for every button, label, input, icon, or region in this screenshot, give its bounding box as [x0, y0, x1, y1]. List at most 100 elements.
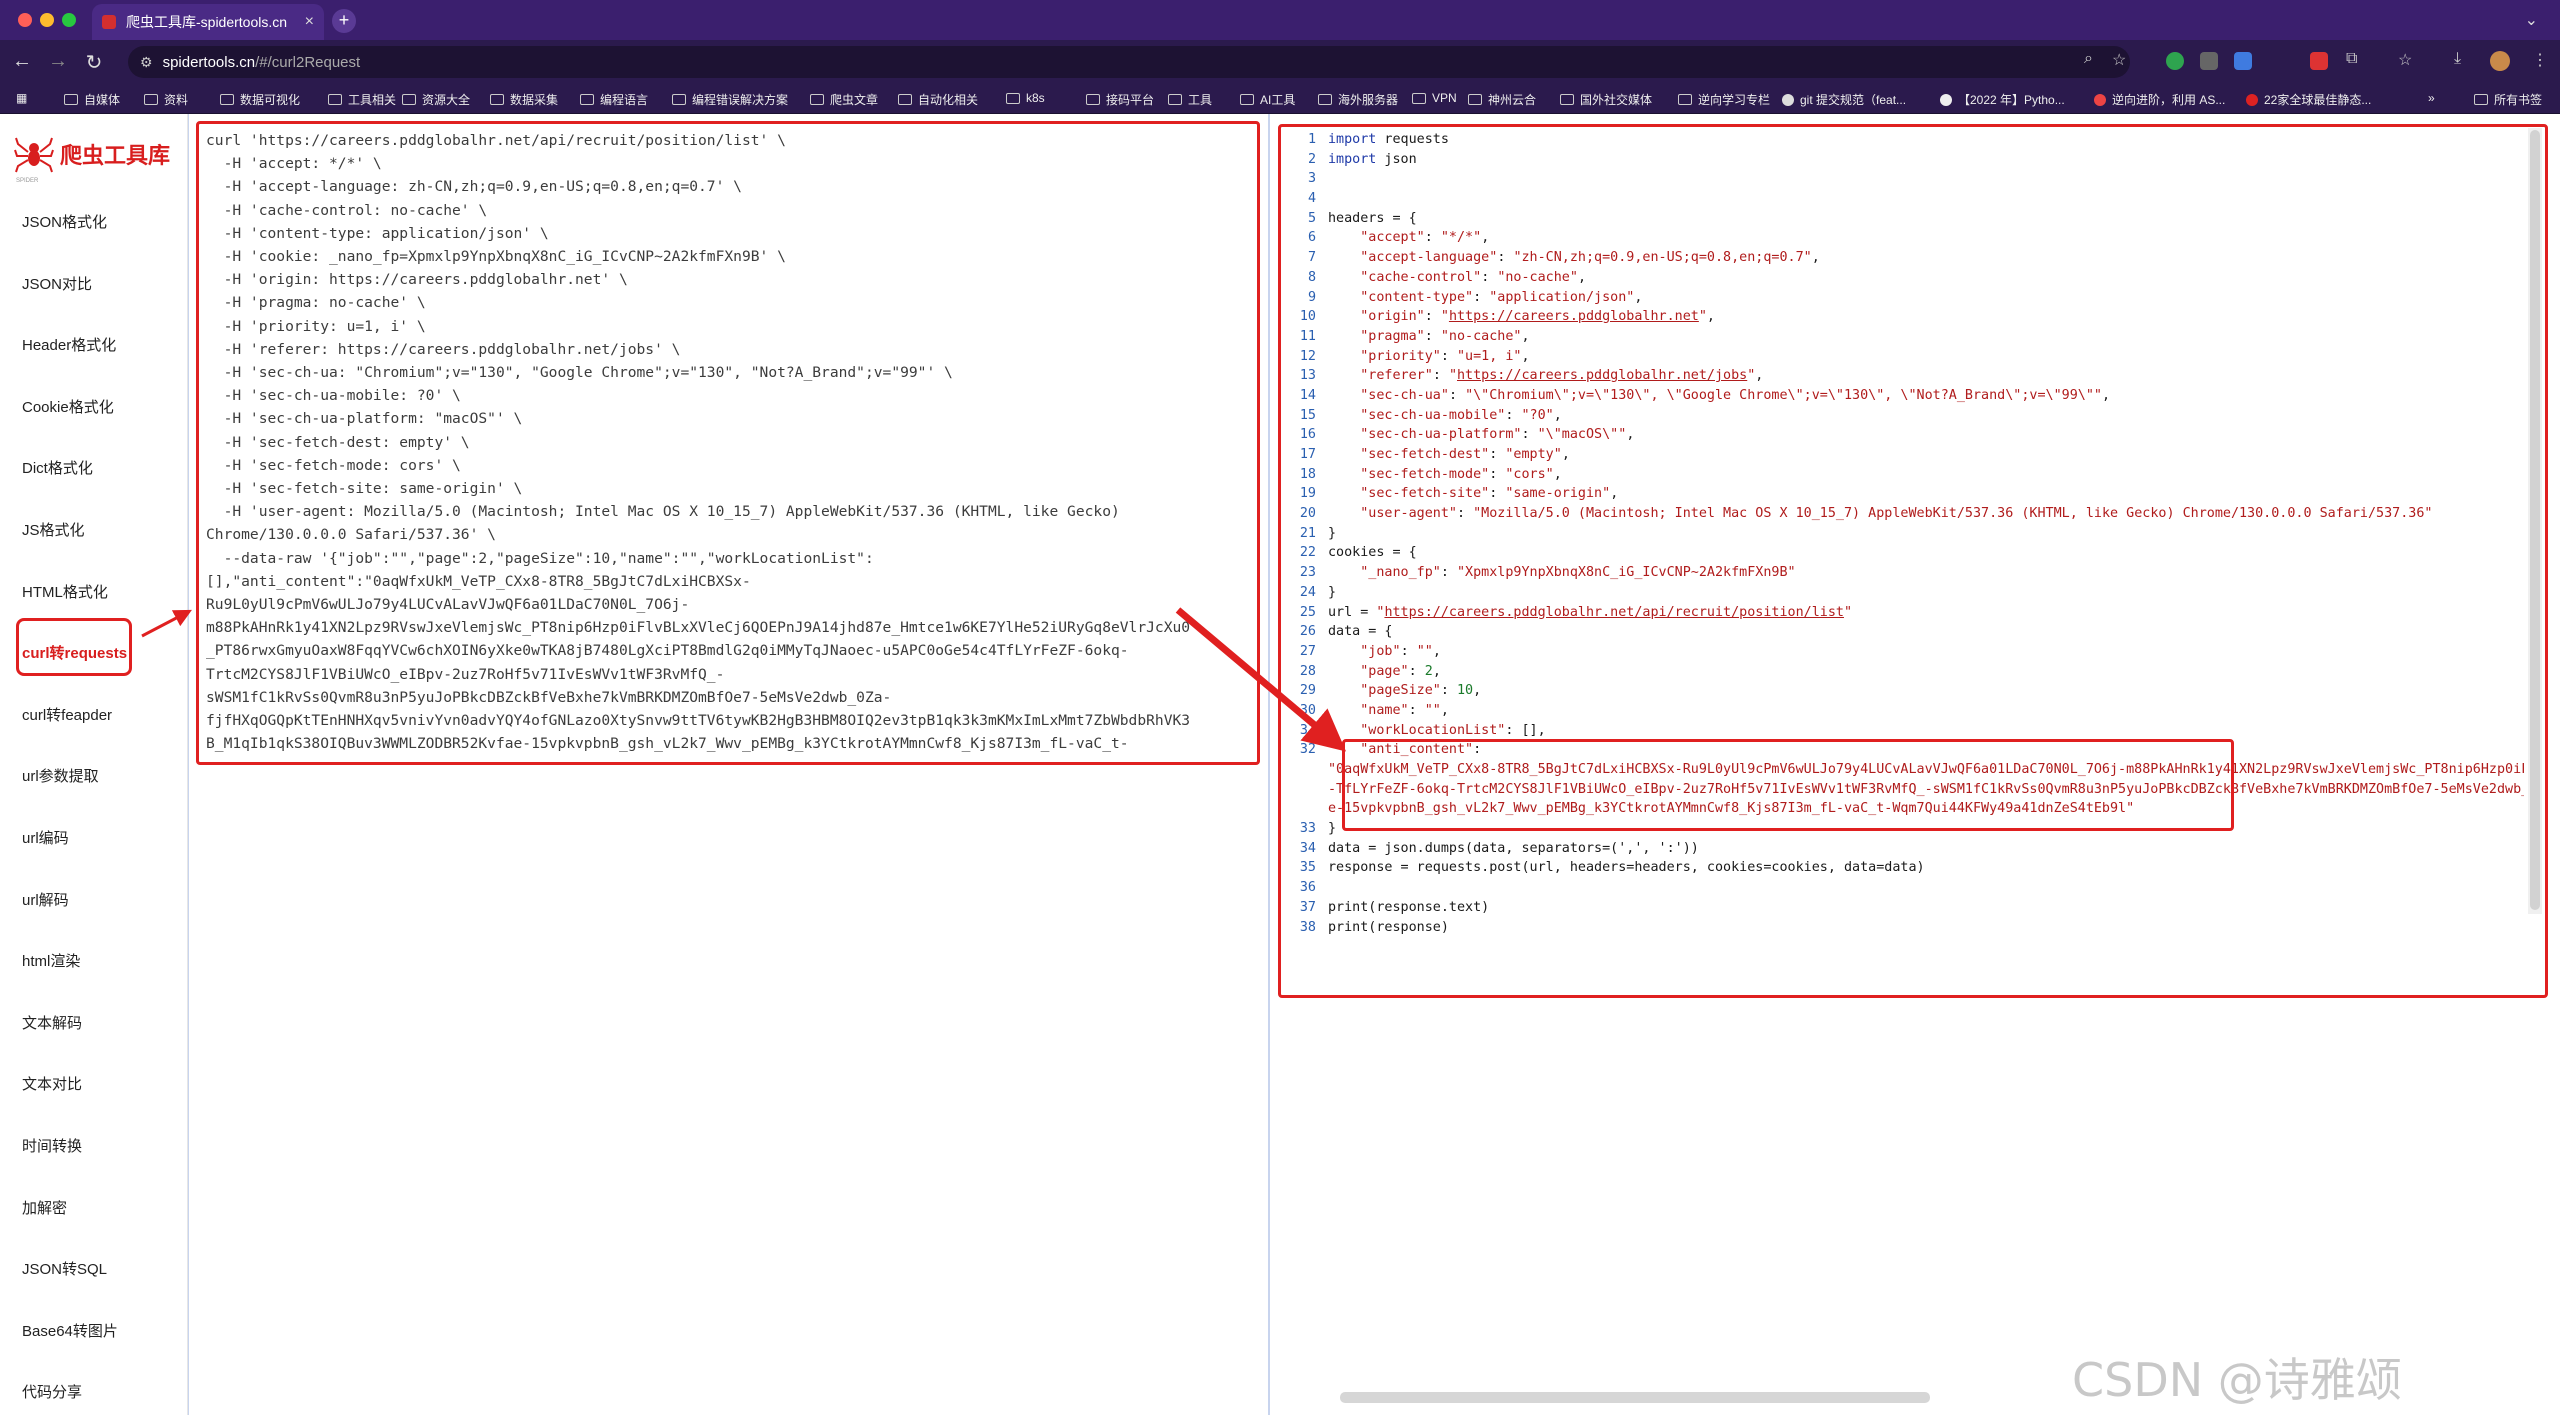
bookmark-item[interactable]: 【2022 年】Pytho...	[1940, 91, 2065, 108]
close-window-button[interactable]	[18, 13, 32, 27]
sidebar-item[interactable]: 代码分享	[22, 1381, 82, 1402]
downloads-icon[interactable]: ⤓	[2454, 50, 2461, 68]
sidebar-item[interactable]: url解码	[22, 889, 69, 910]
sidebar-item[interactable]: 加解密	[22, 1197, 67, 1218]
code-token: https://careers.pddglobalhr.net/api/recr…	[1384, 604, 1844, 620]
site-info-icon[interactable]: ⚙	[140, 54, 153, 71]
spider-logo-icon	[14, 137, 54, 173]
bookmark-item[interactable]: 资源大全	[402, 91, 470, 108]
sidebar-item[interactable]: JSON转SQL	[22, 1258, 107, 1279]
sidebar-item[interactable]: HTML格式化	[22, 581, 108, 602]
code-token: :	[1432, 368, 1449, 384]
curl-input-textarea[interactable]: curl 'https://careers.pddglobalhr.net/ap…	[206, 129, 1252, 759]
bookmark-item[interactable]: 国外社交媒体	[1560, 91, 1652, 108]
sidebar-item[interactable]: JSON对比	[22, 273, 92, 294]
browser-tab-active[interactable]: 爬虫工具库-spidertools.cn ×	[92, 4, 324, 40]
extension-icon[interactable]	[2166, 52, 2184, 70]
bookmark-item[interactable]: 资料	[144, 91, 188, 108]
code-token: ,	[1481, 230, 1490, 246]
avatar[interactable]	[2490, 51, 2510, 71]
new-tab-button[interactable]: +	[332, 9, 356, 33]
bookmark-item[interactable]: k8s	[1006, 91, 1045, 105]
bookmark-item[interactable]: 工具	[1168, 91, 1212, 108]
logo[interactable]: 爬虫工具库	[14, 134, 170, 174]
extension-icon[interactable]	[2310, 52, 2328, 70]
bookmark-item[interactable]: 自动化相关	[898, 91, 978, 108]
bookmark-item[interactable]: 接码平台	[1086, 91, 1154, 108]
bookmark-item[interactable]: AI工具	[1240, 91, 1295, 108]
bookmark-item[interactable]: 工具相关	[328, 91, 396, 108]
sidebar-item[interactable]: 文本解码	[22, 1012, 82, 1033]
bookmark-item[interactable]: 22家全球最佳静态...	[2246, 91, 2371, 108]
code-token: "	[1448, 368, 1457, 384]
code-line: 29 "pageSize": 10,	[1290, 681, 2524, 701]
zoom-window-button[interactable]	[62, 13, 76, 27]
bookmark-item[interactable]: 数据采集	[490, 91, 558, 108]
bookmark-item[interactable]: 编程错误解决方案	[672, 91, 788, 108]
folder-icon	[1412, 92, 1426, 104]
code-line: 6 "accept": "*/*",	[1290, 228, 2524, 248]
bookmark-item[interactable]: 逆向进阶，利用 AS...	[2094, 91, 2225, 108]
bookmark-item[interactable]: 数据可视化	[220, 91, 300, 108]
extensions-puzzle-icon[interactable]: ⧉	[2346, 50, 2357, 68]
bookmark-item[interactable]: 自媒体	[64, 91, 120, 108]
code-token: :	[1473, 289, 1490, 305]
bookmark-label: 工具相关	[348, 93, 397, 107]
code-token: ,	[2101, 387, 2111, 403]
sidebar-item[interactable]: 时间转换	[22, 1135, 82, 1156]
more-menu-icon[interactable]: ⋮	[2532, 50, 2548, 70]
code-token: "cors"	[1505, 466, 1554, 482]
minimize-window-button[interactable]	[40, 13, 54, 27]
zoom-icon[interactable]: ⌕	[2084, 50, 2093, 68]
bookmark-star-icon[interactable]: ☆	[2112, 50, 2126, 70]
bookmark-item[interactable]: 海外服务器	[1318, 91, 1398, 108]
reading-list-icon[interactable]: ☆	[2398, 50, 2412, 70]
scrollbar-thumb[interactable]	[2530, 130, 2540, 910]
apps-grid-icon[interactable]: ▦	[16, 91, 27, 105]
code-token: print(response.text)	[1328, 899, 1490, 915]
extension-icon[interactable]	[2234, 52, 2252, 70]
line-number: 38	[1299, 919, 1316, 935]
code-token: :	[1408, 702, 1425, 718]
horizontal-scrollbar[interactable]	[1340, 1392, 1930, 1403]
sidebar-item[interactable]: url参数提取	[22, 765, 99, 786]
sidebar-item[interactable]: html渲染	[22, 950, 80, 971]
bookmark-label: 资料	[164, 93, 189, 107]
tab-search-icon[interactable]: ⌄	[2525, 10, 2538, 30]
bookmark-item[interactable]: 爬虫文章	[810, 91, 878, 108]
bookmark-item[interactable]: VPN	[1412, 91, 1457, 105]
all-bookmarks[interactable]: 所有书签	[2474, 91, 2542, 108]
bookmarks-more-button[interactable]: »	[2428, 91, 2435, 105]
line-number: 1	[1307, 132, 1316, 147]
code-line: 28 "page": 2,	[1290, 662, 2524, 682]
code-token: :	[1408, 663, 1425, 679]
code-token: ""	[1424, 702, 1441, 718]
code-token: }	[1328, 525, 1337, 541]
code-token: "	[1376, 604, 1385, 620]
folder-icon	[898, 94, 912, 105]
code-line: 24}	[1290, 583, 2524, 603]
sidebar-item[interactable]: JSON格式化	[22, 211, 107, 232]
back-button[interactable]: ←	[10, 50, 34, 73]
sidebar-item[interactable]: Dict格式化	[22, 457, 93, 478]
folder-icon	[1468, 94, 1482, 105]
sidebar-item[interactable]: curl转feapder	[22, 704, 112, 725]
sidebar-item[interactable]: 文本对比	[22, 1073, 82, 1094]
sidebar-item[interactable]: Cookie格式化	[22, 396, 114, 417]
bookmark-item[interactable]: 神州云合	[1468, 91, 1536, 108]
extension-icon[interactable]	[2200, 52, 2218, 70]
sidebar-item[interactable]: url编码	[22, 827, 69, 848]
bookmark-item[interactable]: 编程语言	[580, 91, 648, 108]
bookmark-item[interactable]: 逆向学习专栏	[1678, 91, 1770, 108]
line-number: 6	[1307, 230, 1316, 246]
reload-button[interactable]: ↻	[82, 50, 106, 75]
line-number: 15	[1299, 407, 1316, 423]
vertical-scrollbar[interactable]	[2528, 128, 2542, 914]
forward-button[interactable]: →	[46, 50, 70, 73]
sidebar-item[interactable]: JS格式化	[22, 519, 85, 540]
address-bar[interactable]: ⚙ spidertools.cn/#/curl2Request	[128, 46, 2130, 78]
close-tab-icon[interactable]: ×	[305, 13, 314, 31]
bookmark-item[interactable]: git 提交规范（feat...	[1782, 91, 1906, 108]
sidebar-item[interactable]: Header格式化	[22, 334, 116, 355]
sidebar-item[interactable]: Base64转图片	[22, 1320, 118, 1341]
